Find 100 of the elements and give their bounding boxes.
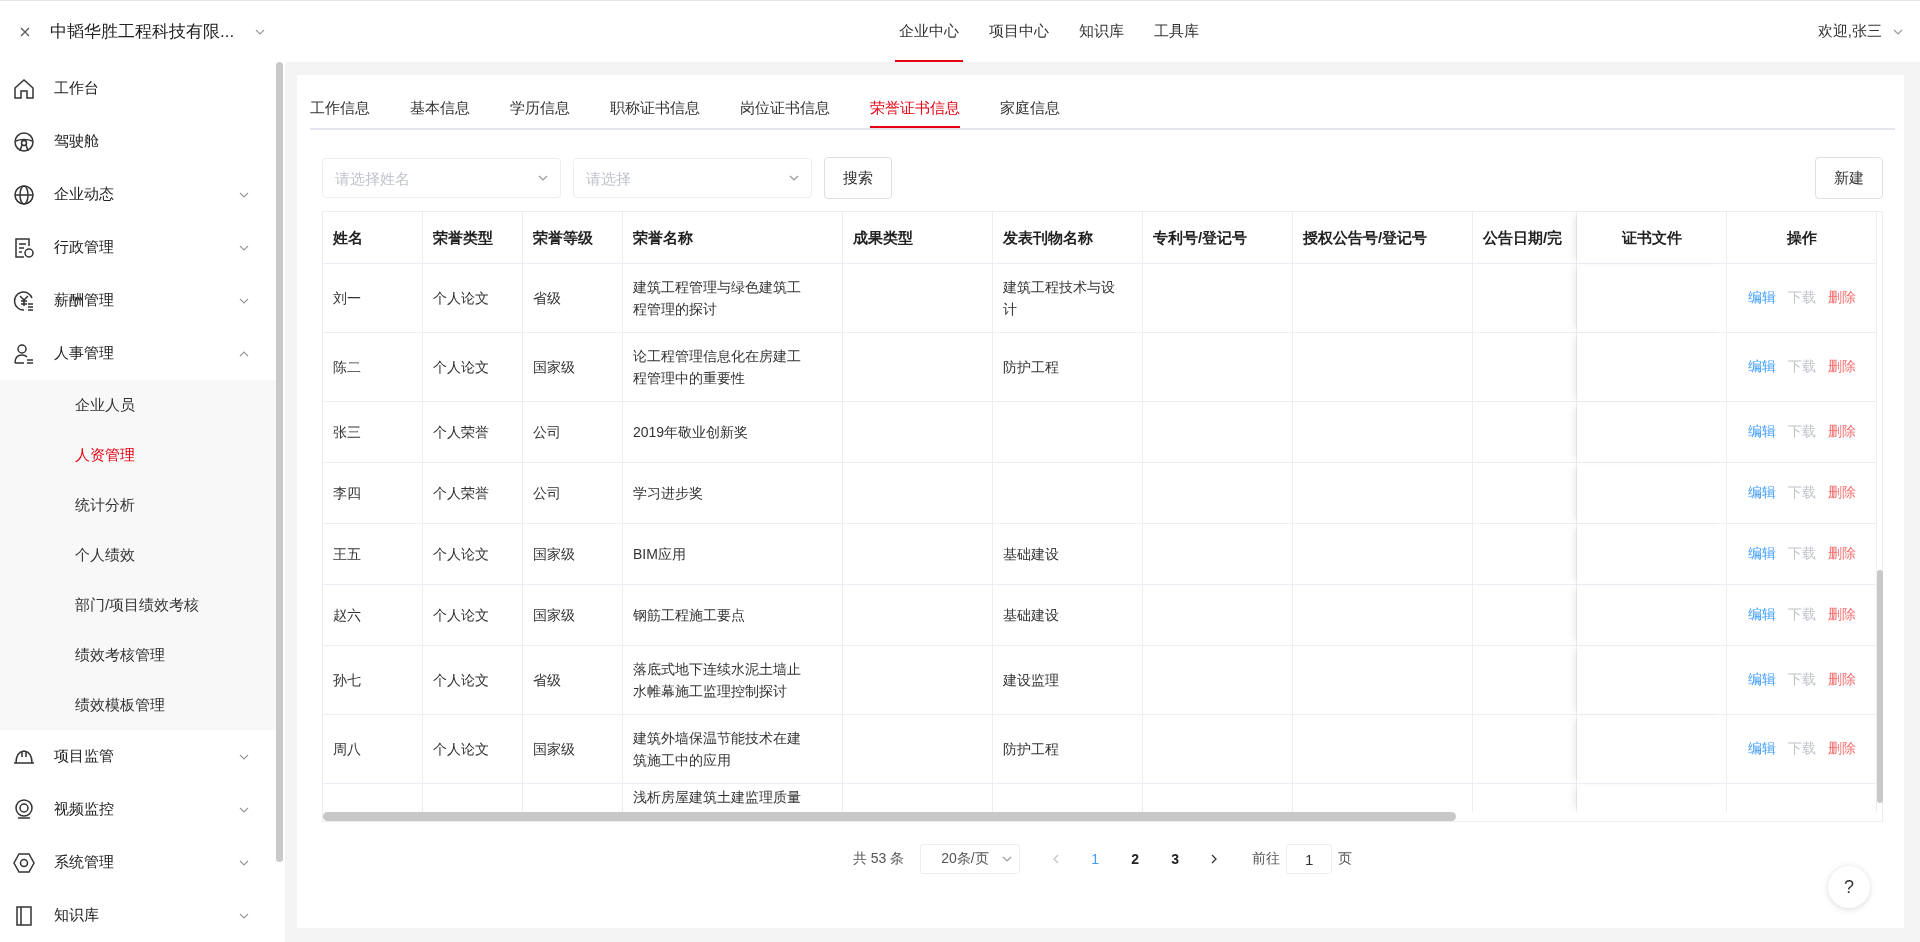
nav-tab[interactable]: 项目中心 [985,1,1053,62]
table-cell: 刘一 [323,264,423,333]
globe-icon [12,182,36,207]
table-cell: 赵六 [323,585,423,646]
sidebar-item[interactable]: 工作台 [0,62,278,115]
page-number[interactable]: 2 [1118,844,1153,874]
table-cell: 国家级 [523,524,623,585]
person-icon [12,341,36,366]
tab[interactable]: 荣誉证书信息 [870,91,960,128]
table-cell: 论工程管理信息化在房建工程管理中的重要性 [623,333,843,402]
table-cell: 个人荣誉 [423,463,523,524]
table-cell: 建筑工程管理与绿色建筑工程管理的探讨 [623,264,843,333]
yen-icon [12,288,36,313]
goto-label: 前往 [1252,850,1281,868]
sidebar-item[interactable]: 项目监管 [0,730,278,783]
scrollbar-thumb[interactable] [276,62,283,862]
column-header: 公告日期/完 [1473,212,1577,264]
sidebar-item[interactable]: 行政管理 [0,221,278,274]
table-cell: 基础建设 [993,585,1143,646]
tab[interactable]: 工作信息 [310,91,370,128]
table-cell: 基础建设 [993,524,1143,585]
table-cell: 个人荣誉 [423,402,523,463]
table-cell: 公司 [523,463,623,524]
submenu-item[interactable]: 绩效考核管理 [0,630,278,680]
table-cell: 周八 [323,715,423,784]
page-size-select[interactable]: 20条/页 [920,844,1021,874]
page-number[interactable]: 3 [1158,844,1193,874]
new-button[interactable]: 新建 [1815,157,1883,199]
table-cell: 个人论文 [423,585,523,646]
table-cell: 国家级 [523,333,623,402]
sidebar-item[interactable]: 人事管理 [0,327,278,380]
column-header: 证书文件 [1577,212,1727,264]
column-header: 专利号/登记号 [1143,212,1293,264]
table-cell: 李四 [323,463,423,524]
document-icon [12,235,36,260]
company-selector[interactable]: 中韬华胜工程科技有限... [50,20,267,43]
sidebar-item[interactable]: 视频监控 [0,783,278,836]
table-cell: 个人论文 [423,715,523,784]
table-cell: 省级 [523,264,623,333]
table-cell: 建筑工程技术与设计 [993,264,1143,333]
column-header: 成果类型 [843,212,993,264]
column-header: 姓名 [323,212,423,264]
sidebar-item[interactable]: 企业动态 [0,168,278,221]
table-cell: 建筑外墙保温节能技术在建筑施工中的应用 [623,715,843,784]
tab[interactable]: 职称证书信息 [610,91,700,128]
table-cell: 张三 [323,402,423,463]
page-suffix: 页 [1338,850,1353,868]
table-cell: 防护工程 [993,333,1143,402]
sidebar-item[interactable]: 系统管理 [0,836,278,889]
table-cell: 2019年敬业创新奖 [623,402,843,463]
nav-tab[interactable]: 知识库 [1075,1,1128,62]
table-cell: 陈二 [323,333,423,402]
close-icon[interactable] [20,26,30,37]
house-icon [12,76,36,101]
sidebar-item[interactable]: 驾驶舱 [0,115,278,168]
camera-icon [12,797,36,822]
table-cell: 个人论文 [423,524,523,585]
submenu-item[interactable]: 统计分析 [0,480,278,530]
tab[interactable]: 家庭信息 [1000,91,1060,128]
submenu-item[interactable]: 部门/项目绩效考核 [0,580,278,630]
scrollbar-thumb[interactable] [323,812,1456,821]
column-header: 操作 [1727,212,1877,264]
help-button[interactable]: ? [1828,866,1870,908]
table-cell: 钢筋工程施工要点 [623,585,843,646]
steering-wheel-icon [12,129,36,154]
tab[interactable]: 基本信息 [410,91,470,128]
table-cell: 个人论文 [423,333,523,402]
select-field[interactable]: 请选择 [573,158,812,198]
tab[interactable]: 学历信息 [510,91,570,128]
table-cell: 落底式地下连续水泥土墙止水帷幕施工监理控制探讨 [623,646,843,715]
search-button[interactable]: 搜索 [824,157,892,199]
column-header: 发表刊物名称 [993,212,1143,264]
column-header: 荣誉等级 [523,212,623,264]
hexagon-icon [12,850,36,875]
submenu-item[interactable]: 企业人员 [0,380,278,430]
table-cell: 王五 [323,524,423,585]
table-cell: 孙七 [323,646,423,715]
sidebar-item[interactable]: 薪酬管理 [0,274,278,327]
select-field[interactable]: 请选择姓名 [322,158,561,198]
table-cell: 公司 [523,402,623,463]
table-cell: 个人论文 [423,264,523,333]
table-cell: 省级 [523,646,623,715]
nav-tab[interactable]: 工具库 [1150,1,1203,62]
sidebar-item[interactable]: 知识库 [0,889,278,942]
table-cell: BIM应用 [623,524,843,585]
page-input[interactable]: 1 [1286,844,1333,874]
table-cell: 防护工程 [993,715,1143,784]
submenu-item[interactable]: 个人绩效 [0,530,278,580]
scrollbar-thumb[interactable] [1877,570,1883,803]
table-cell: 建设监理 [993,646,1143,715]
column-header: 荣誉类型 [423,212,523,264]
total-count: 共 53 条 [852,850,905,868]
table-cell: 国家级 [523,585,623,646]
submenu-item[interactable]: 人资管理 [0,430,278,480]
table-cell: 学习进步奖 [623,463,843,524]
tab[interactable]: 岗位证书信息 [740,91,830,128]
table-cell: 国家级 [523,715,623,784]
submenu-item[interactable]: 绩效模板管理 [0,680,278,730]
user-menu[interactable]: 欢迎,张三 [1817,22,1904,41]
column-header: 授权公告号/登记号 [1293,212,1473,264]
